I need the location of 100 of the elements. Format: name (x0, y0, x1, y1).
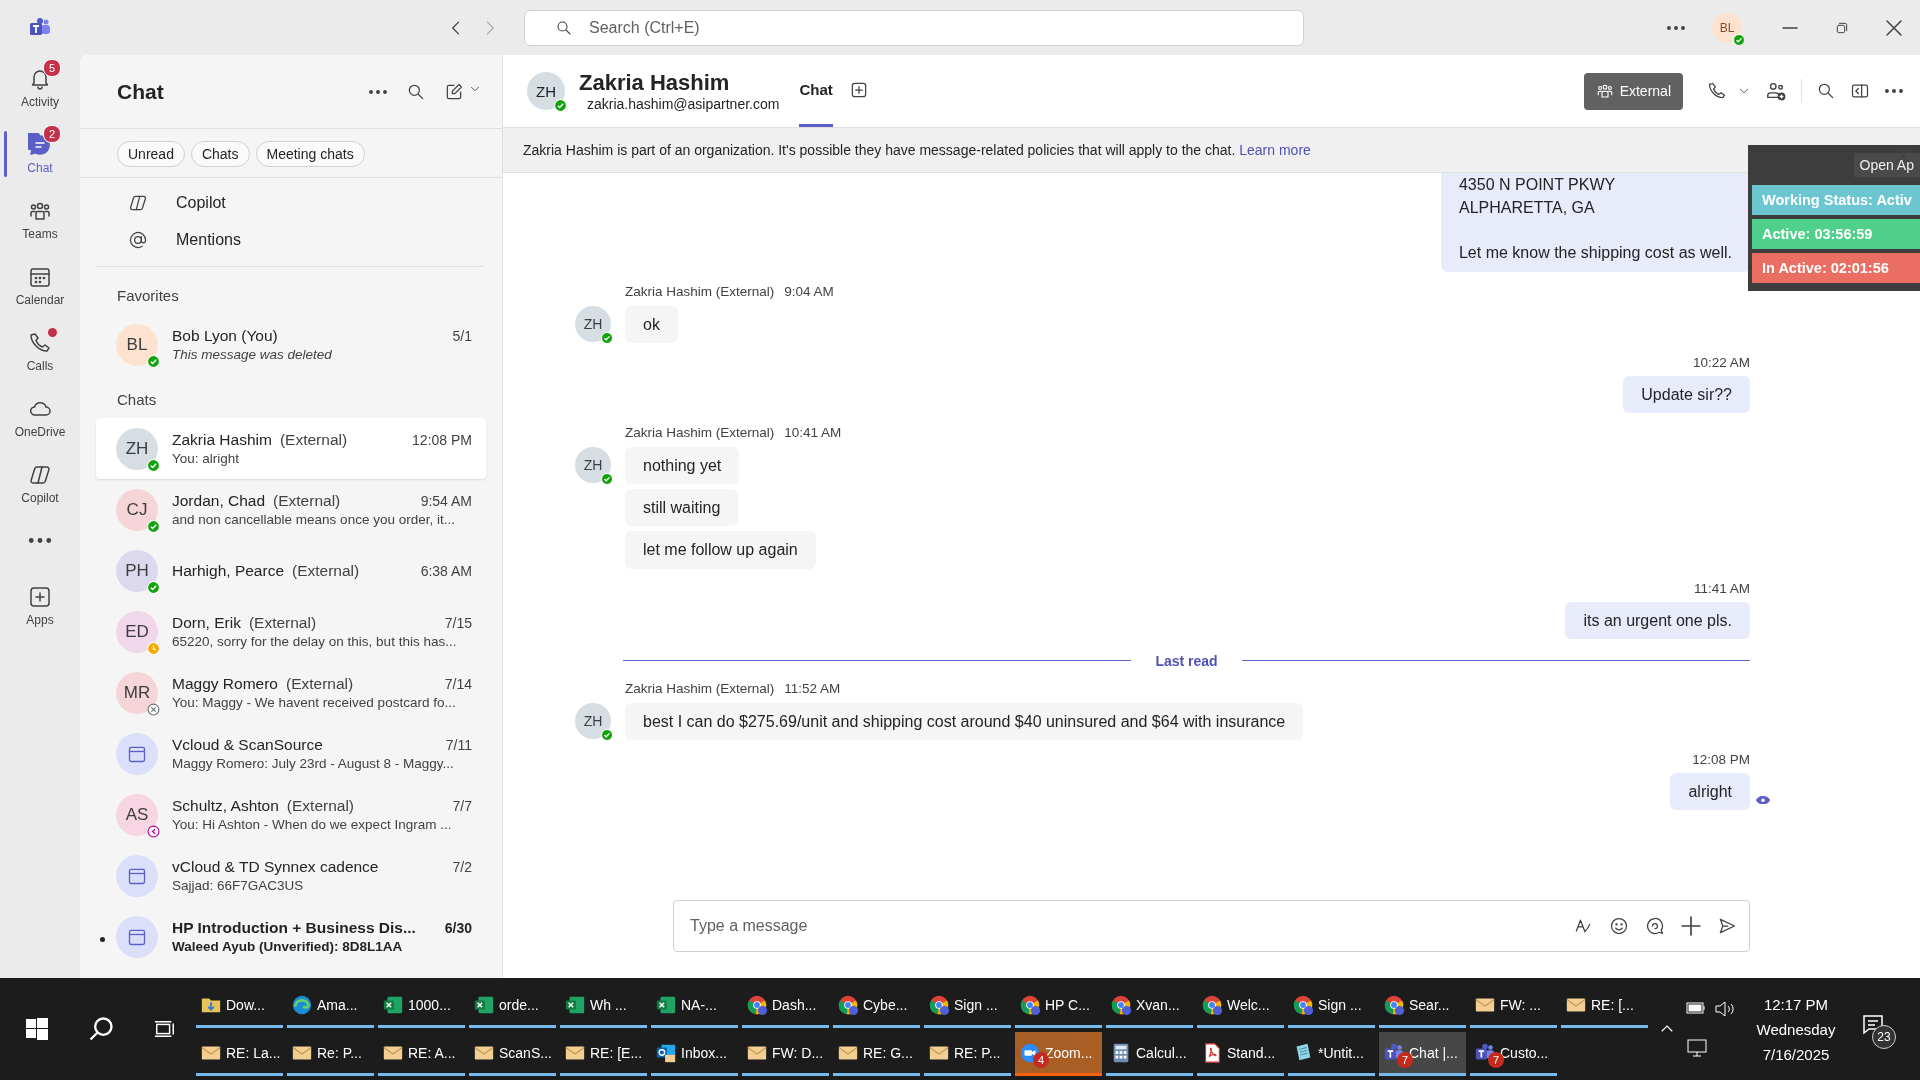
rail-item[interactable]: 5 Activity (0, 55, 80, 121)
taskbar-button[interactable]: Sign ... (924, 984, 1011, 1028)
chat-list-item[interactable]: AS Schultz, Ashton (External) 7/7 You: Hi Ashton - When do we expect Ingram ... (96, 784, 486, 845)
taskbar-button[interactable]: Stand... (1197, 1032, 1284, 1076)
taskbar-button[interactable]: *Untit... (1288, 1032, 1375, 1076)
rail-item[interactable]: Calendar (0, 253, 80, 319)
message-preview: You: Maggy - We havent received postcard fo... (172, 695, 457, 710)
taskbar-button[interactable]: FW: ... (1470, 984, 1557, 1028)
taskbar-button[interactable]: orde... (469, 984, 556, 1028)
shortcut-item[interactable]: Mentions (80, 221, 502, 258)
phone-icon (1707, 81, 1727, 101)
external-tag: (External) (248, 614, 317, 632)
add-people-icon (1765, 80, 1787, 102)
taskbar-button[interactable]: 1000... (378, 984, 465, 1028)
taskbar-button[interactable]: ScanS... (469, 1032, 556, 1076)
browser-icon (928, 993, 950, 1016)
browser-icon (1019, 993, 1041, 1016)
taskbar-button[interactable]: Inbox... (651, 1032, 738, 1076)
chat-list-item[interactable]: vCloud & TD Synnex cadence 7/2 Sajjad: 66F7GAC3US (96, 845, 486, 906)
taskbar-button[interactable]: Sear... (1379, 984, 1466, 1028)
chat-time: 9:54 AM (420, 493, 472, 509)
sender-name: Zakria Hashim (External) (625, 424, 775, 440)
speaker-icon[interactable] (1714, 1001, 1736, 1017)
taskbar-button[interactable]: RE: G... (833, 1032, 920, 1076)
chat-list-item[interactable]: HP Introduction + Business Dis... 6/30 Waleed Ayub (Unverified): 8D8L1AA (96, 906, 486, 967)
minimize-icon (1782, 26, 1798, 29)
filter-chip[interactable]: Meeting chats (255, 141, 365, 167)
chat-list-item[interactable]: BL Bob Lyon (You) 5/1 This message was deleted (96, 314, 486, 375)
taskbar-button[interactable]: Wh ... (560, 984, 647, 1028)
section-label: Favorites (116, 286, 180, 306)
message-bubble: its an urgent one pls. (1565, 601, 1750, 639)
message-preview: This message was deleted (172, 347, 333, 362)
taskbar-button[interactable]: RE: A... (378, 1032, 465, 1076)
taskbar-button[interactable]: Re: P... (287, 1032, 374, 1076)
panel-title: Chat (117, 79, 165, 104)
clock-date[interactable]: 7/16/2025 (1762, 1045, 1830, 1063)
avatar: CJ (116, 488, 158, 531)
taskbar-button[interactable]: RE: P... (924, 1032, 1011, 1076)
open-app-button[interactable]: Open Ap (1853, 153, 1920, 177)
calendar-icon (28, 265, 52, 289)
avatar: ZH (116, 427, 158, 470)
shortcut-item[interactable]: Copilot (80, 184, 502, 221)
taskbar-button[interactable]: RE: La... (196, 1032, 283, 1076)
chat-list-item[interactable]: Vcloud & ScanSource 7/11 Maggy Romero: July 23rd - August 8 - Maggy... (96, 723, 486, 784)
taskbar-button[interactable]: Xvan... (1106, 984, 1193, 1028)
rail-item[interactable]: 2 Chat (0, 121, 80, 187)
user-avatar[interactable]: BL (1712, 12, 1742, 43)
start-icon[interactable] (25, 1018, 48, 1040)
search-field[interactable]: Search (Ctrl+E) (587, 17, 1285, 38)
filter-chip[interactable]: Chats (190, 141, 250, 167)
task-view-icon[interactable] (154, 1018, 177, 1040)
add-icon (1681, 916, 1701, 936)
chat-time: 12:08 PM (412, 432, 472, 448)
rail-item[interactable]: OneDrive (0, 385, 80, 451)
count-badge: 2 (43, 125, 61, 143)
search-icon (555, 18, 573, 37)
chat-time: 7/14 (444, 676, 472, 692)
status-row: Working Status: Activ (1752, 185, 1920, 215)
chat-list-item[interactable]: MR Maggy Romero (External) 7/14 You: Maggy - We havent received postcard fo... (96, 662, 486, 723)
status-row: Active: 03:56:59 (1752, 219, 1920, 249)
chat-list-item[interactable]: ED Dorn, Erik (External) 7/15 65220, sorry for the delay on this, but this has... (96, 601, 486, 662)
chat-name: Zakria Hashim (172, 431, 272, 449)
taskbar-button[interactable]: Dow... (196, 984, 283, 1028)
taskbar-button[interactable]: HP C... (1015, 984, 1102, 1028)
taskbar-button[interactable]: Calcul... (1106, 1032, 1193, 1076)
status-row: In Active: 02:01:56 (1752, 253, 1920, 283)
clock-time[interactable]: 12:17 PM (1763, 995, 1829, 1013)
external-button[interactable]: External (1583, 72, 1683, 110)
taskbar-button[interactable]: Sign ... (1288, 984, 1375, 1028)
avatar: ZH (575, 446, 611, 483)
taskbar-button[interactable]: Welc... (1197, 984, 1284, 1028)
learn-more-link[interactable]: Learn more (1239, 142, 1311, 158)
chat-list-item[interactable]: CJ Jordan, Chad (External) 9:54 AM and non cancellable means once you order, it... (96, 479, 486, 540)
taskbar-button[interactable]: Dash... (742, 984, 829, 1028)
taskbar-button[interactable]: FW: D... (742, 1032, 829, 1076)
chat-list-item[interactable]: PH Harhigh, Pearce (External) 6:38 AM (96, 540, 486, 601)
filter-chip[interactable]: Unread (117, 141, 185, 167)
taskbar-button[interactable]: RE: [E... (560, 1032, 647, 1076)
taskbar-button[interactable]: Ama... (287, 984, 374, 1028)
search-box[interactable]: Search (Ctrl+E) (524, 9, 1304, 46)
battery-icon[interactable] (1686, 1001, 1706, 1015)
rail-item[interactable]: Calls (0, 319, 80, 385)
chat-name: Dorn, Erik (172, 614, 241, 632)
chat-list-item[interactable]: ZH Zakria Hashim (External) 12:08 PM You: alright (96, 418, 486, 479)
count-badge: 5 (43, 59, 61, 77)
clock-day[interactable]: Wednesday (1756, 1020, 1836, 1038)
browser-icon (1201, 993, 1223, 1016)
search-icon (1816, 81, 1836, 101)
message-box[interactable]: Type a message (673, 900, 1750, 952)
rail-item[interactable]: Teams (0, 187, 80, 253)
message-preview: and non cancellable means once you order, it... (172, 512, 456, 527)
phone-icon (28, 331, 52, 355)
taskbar-button[interactable]: RE: [... (1561, 984, 1648, 1028)
browser-icon (1383, 993, 1405, 1016)
taskbar-button[interactable]: Cybe... (833, 984, 920, 1028)
rail-item[interactable]: Copilot (0, 451, 80, 517)
avatar: PH (116, 549, 158, 592)
taskbar-button[interactable]: NA-... (651, 984, 738, 1028)
rail-item[interactable]: Apps (0, 573, 80, 639)
search-icon[interactable] (87, 1015, 115, 1043)
